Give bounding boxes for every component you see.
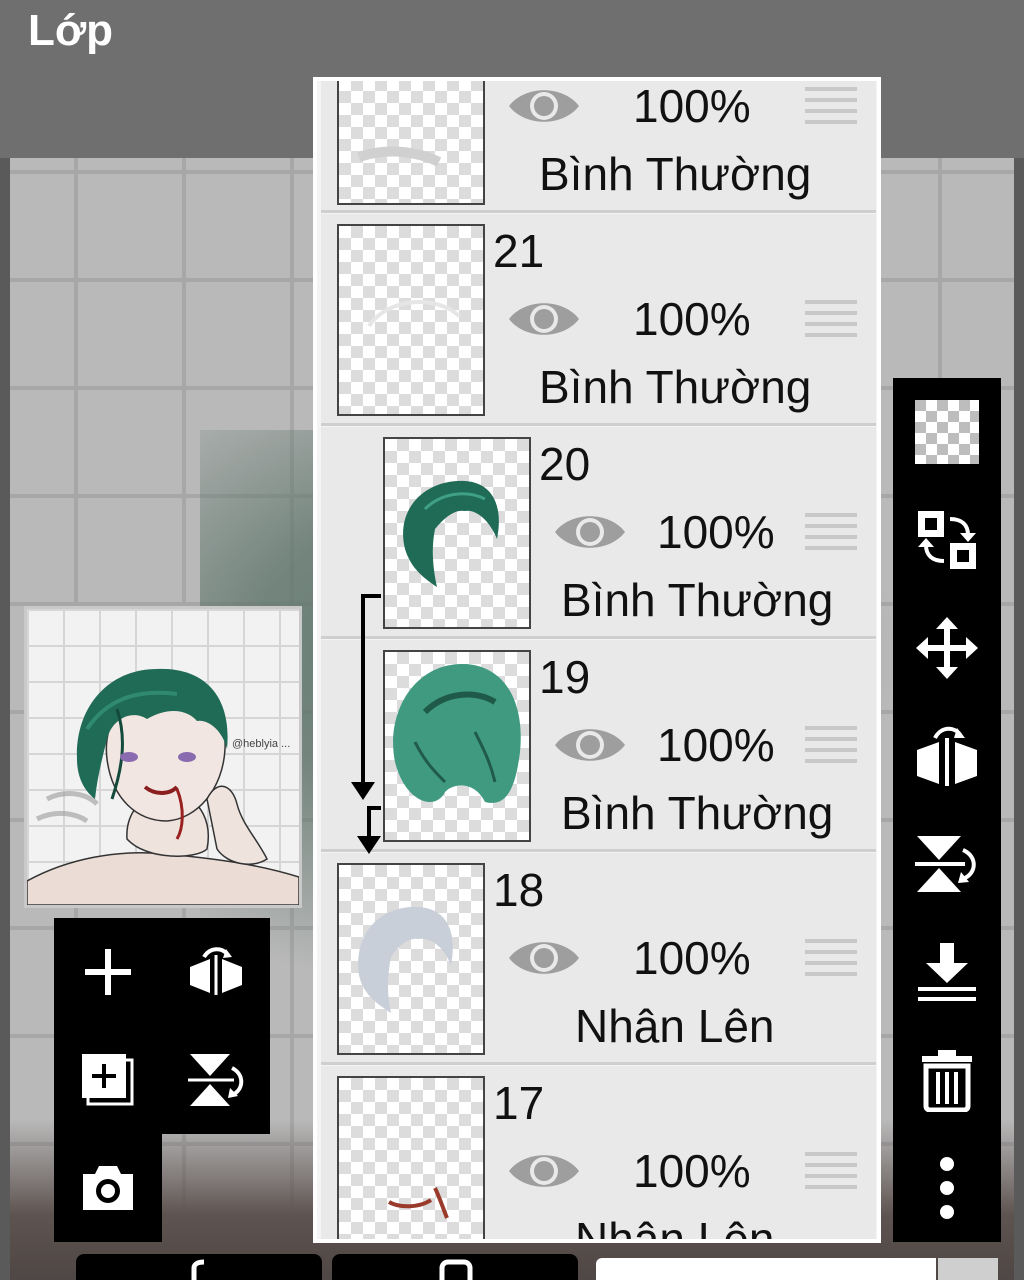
flip-vertical-icon — [915, 836, 976, 892]
layer-thumbnail — [337, 863, 485, 1055]
flip-horizontal-icon — [190, 947, 242, 995]
layer-row-20[interactable]: 20 100% Bình Thường — [321, 427, 876, 639]
bottom-tab-middle[interactable] — [332, 1254, 578, 1280]
blend-mode[interactable]: Nhân Lên — [575, 999, 775, 1053]
camera-button[interactable] — [54, 1134, 162, 1242]
layer-opacity[interactable]: 100% — [633, 931, 751, 985]
preview-watermark: @heblyia ... — [232, 738, 290, 750]
layer-opacity[interactable]: 100% — [657, 505, 775, 559]
blend-mode[interactable]: Bình Thường — [539, 147, 811, 201]
blend-mode[interactable]: Bình Thường — [561, 786, 833, 840]
flip-horizontal-button[interactable] — [893, 702, 1001, 810]
add-layer-button[interactable] — [54, 918, 162, 1026]
flip-horizontal-button[interactable] — [162, 918, 270, 1026]
visibility-eye-icon[interactable] — [553, 720, 627, 770]
bottom-tab-icon — [439, 1259, 473, 1280]
swap-layer-button[interactable] — [893, 486, 1001, 594]
layers-panel: 100% Bình Thường 21 100% Bình Thường 20 — [313, 77, 881, 1243]
layer-row-19[interactable]: 19 100% Bình Thường — [321, 640, 876, 852]
bottom-grey-button[interactable] — [938, 1258, 998, 1280]
merge-down-icon — [918, 943, 976, 1001]
preview-artwork: @heblyia ... — [27, 668, 299, 905]
layer-thumbnail — [337, 81, 485, 205]
add-copy-layer-button[interactable] — [54, 1026, 162, 1134]
flip-horizontal-icon — [917, 726, 977, 786]
flip-vertical-button[interactable] — [162, 1026, 270, 1134]
layer-thumbnail — [337, 1076, 485, 1239]
layer-number: 17 — [493, 1077, 545, 1129]
transparency-button[interactable] — [893, 378, 1001, 486]
layer-row-21[interactable]: 21 100% Bình Thường — [321, 214, 876, 426]
visibility-eye-icon[interactable] — [507, 294, 581, 344]
layer-row-top[interactable]: 100% Bình Thường — [321, 81, 876, 213]
layer-thumbnail — [383, 437, 531, 629]
drag-handle-icon[interactable] — [805, 939, 857, 985]
layer-row-17[interactable]: 17 100% Nhân Lên — [321, 1066, 876, 1239]
layer-actions-panel — [893, 378, 1001, 1242]
visibility-eye-icon[interactable] — [507, 81, 581, 131]
layer-opacity[interactable]: 100% — [633, 292, 751, 346]
screen-edge-left — [0, 0, 10, 1280]
add-copy-layer-icon — [82, 1054, 134, 1106]
more-options-button[interactable] — [893, 1134, 1001, 1242]
flip-vertical-icon — [188, 1054, 244, 1106]
page-title: Lớp — [28, 6, 114, 55]
move-icon — [916, 617, 978, 679]
camera-tool-panel — [54, 1134, 162, 1242]
more-icon — [940, 1157, 954, 1219]
screen-edge-right — [1014, 0, 1024, 1280]
layer-number: 18 — [493, 864, 545, 916]
layer-tools-panel — [54, 918, 270, 1134]
layer-thumbnail — [383, 650, 531, 842]
layer-thumbnail — [337, 224, 485, 416]
bottom-input[interactable] — [596, 1258, 936, 1280]
drag-handle-icon[interactable] — [805, 513, 857, 559]
merge-down-button[interactable] — [893, 918, 1001, 1026]
layer-number: 20 — [539, 438, 591, 490]
transparency-icon — [915, 400, 979, 464]
layer-opacity[interactable]: 100% — [633, 81, 751, 133]
layer-row-18[interactable]: 18 100% Nhân Lên — [321, 853, 876, 1065]
bottom-tab-icon — [191, 1259, 205, 1280]
add-layer-icon — [85, 949, 131, 995]
visibility-eye-icon[interactable] — [507, 933, 581, 983]
trash-icon — [922, 1050, 972, 1112]
blend-mode[interactable]: Bình Thường — [561, 573, 833, 627]
drag-handle-icon[interactable] — [805, 300, 857, 346]
layer-number: 19 — [539, 651, 591, 703]
bottom-tab-left[interactable] — [76, 1254, 322, 1280]
delete-layer-button[interactable] — [893, 1026, 1001, 1134]
move-button[interactable] — [893, 594, 1001, 702]
visibility-eye-icon[interactable] — [507, 1146, 581, 1196]
blend-mode[interactable]: Nhân Lên — [575, 1212, 775, 1239]
layer-opacity[interactable]: 100% — [657, 718, 775, 772]
drag-handle-icon[interactable] — [805, 87, 857, 133]
camera-icon — [83, 1166, 133, 1210]
visibility-eye-icon[interactable] — [553, 507, 627, 557]
blend-mode[interactable]: Bình Thường — [539, 360, 811, 414]
swap-layer-icon — [918, 511, 976, 569]
layer-opacity[interactable]: 100% — [633, 1144, 751, 1198]
drag-handle-icon[interactable] — [805, 1152, 857, 1198]
canvas-preview[interactable]: @heblyia ... — [24, 606, 302, 908]
drag-handle-icon[interactable] — [805, 726, 857, 772]
clipping-arrow-icon — [351, 594, 381, 854]
flip-vertical-button[interactable] — [893, 810, 1001, 918]
layer-number: 21 — [493, 225, 545, 277]
